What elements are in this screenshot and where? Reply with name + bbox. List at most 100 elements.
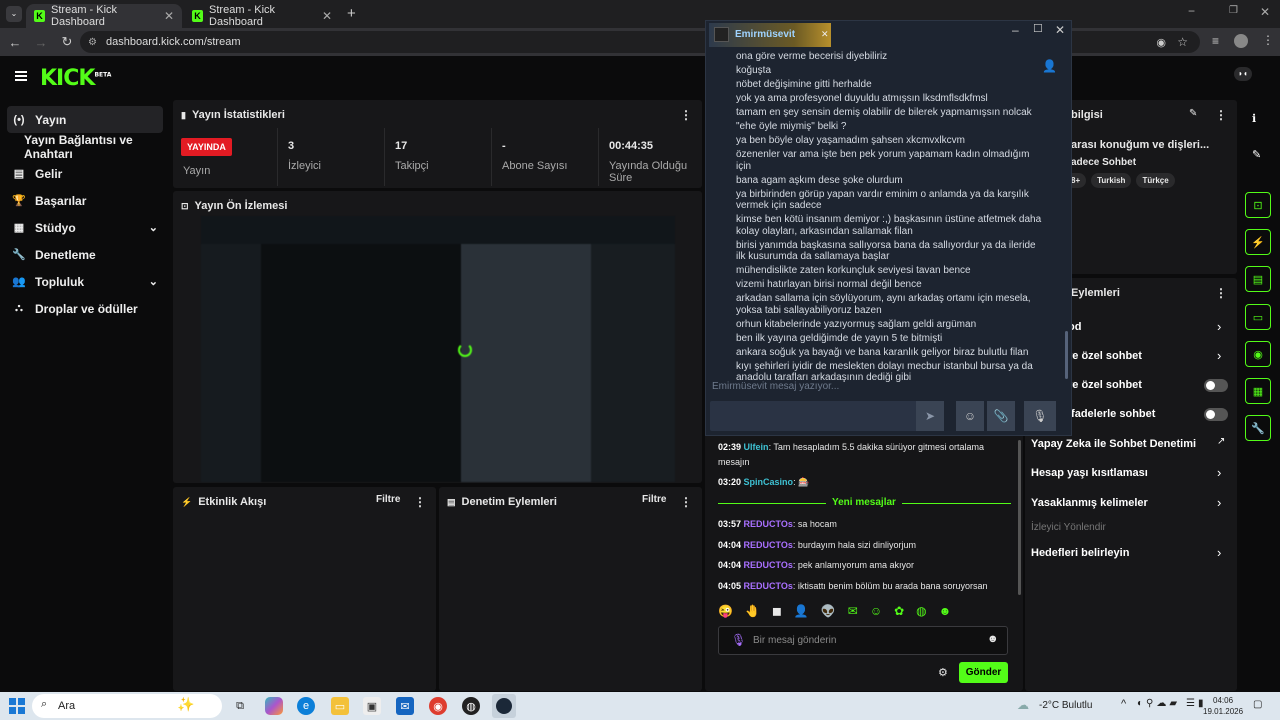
sidebar-item-stream-key[interactable]: Yayın Bağlantısı ve Anahtarı <box>0 133 172 161</box>
layout-icon[interactable]: ▦ <box>1245 378 1271 404</box>
reload-icon[interactable]: ↻ <box>54 34 80 50</box>
store-icon[interactable]: ▣ <box>363 697 381 715</box>
microphone-icon[interactable]: 🎙 <box>731 633 746 647</box>
sidebar-item-topluluk[interactable]: 👥 Topluluk ⌄ <box>0 268 172 295</box>
info-icon[interactable]: ℹ <box>1252 112 1256 125</box>
close-window-icon[interactable]: ✕ <box>1260 5 1270 19</box>
minimize-window-icon[interactable]: – <box>1012 23 1019 37</box>
minimize-window-icon[interactable]: − <box>1188 4 1195 18</box>
steam-icon[interactable] <box>492 694 516 718</box>
toggle-switch[interactable] <box>1204 408 1228 421</box>
obs-icon[interactable]: ◍ <box>462 697 480 715</box>
reading-list-icon[interactable]: ≡ <box>1212 34 1219 48</box>
emote-icon[interactable]: ◍ <box>916 604 926 622</box>
emote-icon[interactable]: ✿ <box>894 604 904 622</box>
outlook-icon[interactable]: ✉ <box>396 697 414 715</box>
clip-icon[interactable]: ⊡ <box>1245 192 1271 218</box>
panel-menu-icon[interactable]: ⋮ <box>414 495 426 509</box>
emote-icon[interactable]: 😜 <box>718 604 733 622</box>
sidebar-item-yayin[interactable]: (•) Yayın <box>7 106 163 133</box>
action-row[interactable]: Hesap yaşı kısıtlaması <box>1031 467 1148 479</box>
send-arrow-icon[interactable]: ➤ <box>916 401 944 431</box>
chevron-right-icon[interactable]: › <box>1217 545 1221 560</box>
send-button[interactable]: Gönder <box>959 662 1008 683</box>
external-link-icon[interactable]: ↗ <box>1217 436 1225 447</box>
windows-start-icon[interactable] <box>9 698 25 714</box>
eye-off-icon[interactable]: ◉ <box>1156 36 1166 49</box>
clock-time[interactable]: 04:06 <box>1213 696 1233 705</box>
chat-icon[interactable]: ▭ <box>1245 304 1271 330</box>
clock-date[interactable]: 19.01.2026 <box>1203 707 1243 716</box>
panel-menu-icon[interactable]: ⋮ <box>1215 286 1227 300</box>
chevron-right-icon[interactable]: › <box>1217 495 1221 510</box>
chevron-right-icon[interactable]: › <box>1217 348 1221 363</box>
filter-button[interactable]: Filtre <box>642 494 666 505</box>
browser-menu-icon[interactable]: ⋮ <box>1262 33 1274 47</box>
chat-scrollbar[interactable] <box>1018 440 1021 595</box>
chrome-icon[interactable]: ◉ <box>429 697 447 715</box>
stream-preview-video[interactable] <box>201 216 675 482</box>
filter-button[interactable]: Filtre <box>376 494 400 505</box>
edge-icon[interactable]: e <box>297 697 315 715</box>
attachment-icon[interactable]: 📎 <box>987 401 1015 431</box>
action-row[interactable]: Yasaklanmış kelimeler <box>1031 497 1148 509</box>
popup-scrollbar[interactable] <box>1065 331 1068 379</box>
chat-settings-icon[interactable]: ⚙ <box>938 666 948 679</box>
emote-icon[interactable]: 👤 <box>794 604 809 622</box>
wrench-icon[interactable]: 🔧 <box>1245 415 1271 441</box>
emote-icon[interactable]: 🤚 <box>745 604 760 622</box>
sidebar-item-denetleme[interactable]: 🔧 Denetleme <box>0 241 172 268</box>
pencil-icon[interactable]: ✎ <box>1252 148 1261 161</box>
emote-icon[interactable]: ☻ <box>939 604 952 622</box>
bookmark-star-icon[interactable]: ☆ <box>1177 35 1188 49</box>
chevron-right-icon[interactable]: › <box>1217 465 1221 480</box>
friend-tab[interactable]: Emirmüsevit ✕ <box>709 23 831 47</box>
tray-chevron-icon[interactable]: ^ <box>1121 698 1126 710</box>
sidebar-item-gelir[interactable]: ▤ Gelir <box>0 160 172 187</box>
sidebar-item-basarilar[interactable]: 🏆 Başarılar <box>0 187 172 214</box>
chevron-right-icon[interactable]: › <box>1217 319 1221 334</box>
browser-tab-1[interactable]: K Stream - Kick Dashboard ✕ <box>26 4 182 28</box>
copilot-icon[interactable] <box>265 697 283 715</box>
broadcast-icon[interactable]: ◉ <box>1245 341 1271 367</box>
emote-icon[interactable]: ☺ <box>870 604 882 622</box>
lightning-icon[interactable]: ⚡ <box>1245 229 1271 255</box>
edit-icon[interactable]: ✎ <box>1189 108 1197 119</box>
hamburger-menu-icon[interactable] <box>15 71 27 81</box>
chat-input[interactable]: 🎙 Bir mesaj gönderin ☻ <box>718 626 1008 655</box>
new-tab-icon[interactable]: + <box>347 5 356 22</box>
weather-text[interactable]: -2°C Bulutlu <box>1039 700 1092 711</box>
toggle-switch[interactable] <box>1204 379 1228 392</box>
kick-logo[interactable]: KICKBETA <box>40 66 111 91</box>
user-avatar[interactable]: ◗◖ <box>1234 67 1252 81</box>
browser-tab-2[interactable]: K Stream - Kick Dashboard ✕ <box>184 4 340 28</box>
emote-icon[interactable]: ✉ <box>848 604 858 622</box>
emote-icon[interactable]: 👽 <box>821 604 836 622</box>
taskbar-search[interactable]: ⌕ Ara ✨ <box>32 694 222 718</box>
maximize-window-icon[interactable]: ☐ <box>1033 22 1043 35</box>
action-row[interactable]: re özel sohbet <box>1068 350 1142 362</box>
emoji-picker-icon[interactable]: ☻ <box>987 633 999 645</box>
panel-menu-icon[interactable]: ⋮ <box>680 108 692 122</box>
voice-icon[interactable]: 🎙 <box>1024 401 1056 431</box>
popup-message-input[interactable] <box>710 401 920 431</box>
forward-icon[interactable]: → <box>28 35 54 50</box>
close-tab-icon[interactable]: ✕ <box>322 9 332 23</box>
tab-list-icon[interactable]: ⌄ <box>6 6 22 22</box>
notification-icon[interactable]: ▢ <box>1253 699 1262 710</box>
action-row[interactable]: Hedefleri belirleyin <box>1031 547 1129 559</box>
file-explorer-icon[interactable]: ▭ <box>331 697 349 715</box>
tray-icons[interactable]: ◐⚲☁▰ <box>1137 698 1180 709</box>
panel-menu-icon[interactable]: ⋮ <box>1215 108 1227 122</box>
task-view-icon[interactable]: ⧉ <box>231 697 249 715</box>
document-icon[interactable]: ▤ <box>1245 266 1271 292</box>
sidebar-item-studyo[interactable]: ▦ Stüdyo ⌄ <box>0 214 172 241</box>
close-window-icon[interactable]: ✕ <box>1055 23 1065 37</box>
sidebar-item-droplar[interactable]: ⛬ Droplar ve ödüller <box>0 295 172 322</box>
site-info-icon[interactable]: ⚙ <box>88 37 97 48</box>
close-tab-icon[interactable]: ✕ <box>164 9 174 23</box>
panel-menu-icon[interactable]: ⋮ <box>680 495 692 509</box>
emoticon-icon[interactable]: ☺ <box>956 401 984 431</box>
emote-icon[interactable]: ◼ <box>772 604 782 622</box>
profile-avatar[interactable] <box>1234 34 1248 48</box>
